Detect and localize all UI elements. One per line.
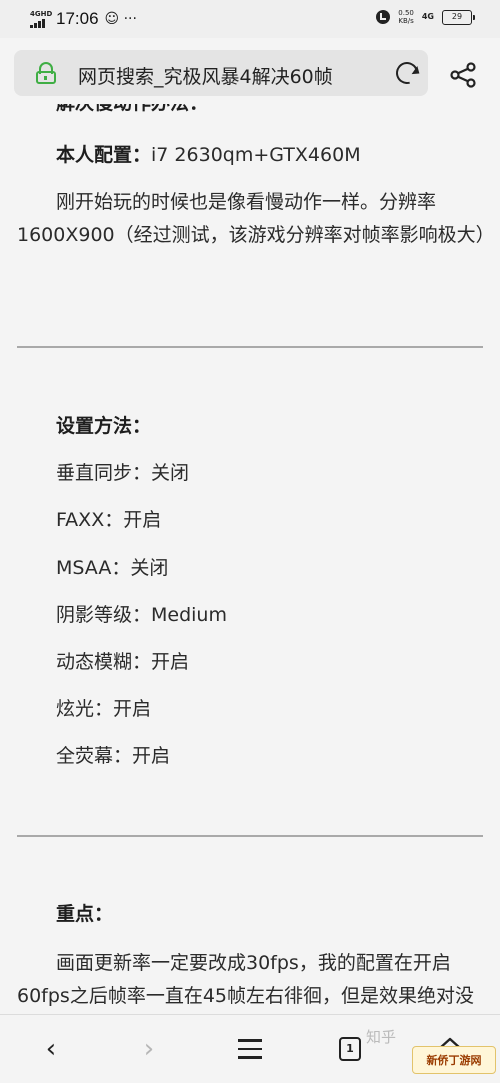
lock-icon: [36, 62, 56, 84]
network-indicator-left: 4GHD: [30, 9, 53, 28]
cut-heading: 解决慢动作办法：: [17, 104, 487, 120]
tabs-icon: 1: [339, 1037, 361, 1061]
divider: [17, 346, 483, 348]
back-button[interactable]: ‹: [36, 1033, 66, 1065]
menu-icon: [238, 1039, 262, 1042]
settings-item-shadow: 阴影等级：Medium: [56, 604, 227, 626]
network-type-right: 4G: [421, 12, 434, 21]
settings-item-motion-blur: 动态模糊：开启: [56, 651, 190, 673]
status-bar: 4GHD 17:06 ☺ ··· 0.50 KB/s 4G 29: [0, 0, 500, 38]
settings-title: 设置方法：: [56, 415, 152, 437]
network-type-label: 4GHD: [30, 9, 53, 18]
divider: [17, 835, 483, 837]
network-speed-unit: KB/s: [398, 17, 414, 25]
settings-item-fullscreen: 全荧幕：开启: [56, 745, 171, 767]
forward-button[interactable]: ›: [134, 1033, 164, 1065]
alarm-icon: [376, 10, 391, 24]
settings-item-msaa: MSAA：关闭: [56, 557, 169, 579]
chevron-right-icon: ›: [143, 1034, 155, 1064]
address-bar[interactable]: 网页搜索_究极风暴4解决60帧: [14, 50, 428, 96]
network-speed: 0.50 KB/s: [398, 9, 414, 25]
intro-paragraph: 刚开始玩的时候也是像看慢动作一样。分辨率1600X900（经过测试，该游戏分辨率…: [17, 191, 495, 246]
watermark: 知乎: [366, 1028, 397, 1046]
config-value: i7 2630qm+GTX460M: [151, 144, 361, 166]
share-icon[interactable]: [448, 62, 478, 88]
key-title: 重点：: [56, 903, 114, 925]
notification-icons: ☺ ···: [104, 11, 137, 27]
config-line: 本人配置：i7 2630qm+GTX460M: [17, 139, 487, 172]
settings-item-vsync: 垂直同步：关闭: [56, 462, 190, 484]
reload-icon[interactable]: [391, 57, 423, 89]
address-title[interactable]: 网页搜索_究极风暴4解决60帧: [78, 62, 378, 89]
site-badge: 新侨丁游网: [412, 1046, 496, 1074]
status-right: 0.50 KB/s 4G 29: [376, 9, 475, 25]
article-content: 解决慢动作办法： 本人配置：i7 2630qm+GTX460M 刚开始玩的时候也…: [0, 104, 500, 1014]
settings-item-faxx: FAXX：开启: [56, 509, 162, 531]
network-speed-value: 0.50: [398, 9, 414, 17]
config-label: 本人配置：: [56, 144, 152, 166]
key-paragraph: 画面更新率一定要改成30fps，我的配置在开启60fps之后帧率一直在45帧左右…: [17, 952, 475, 1007]
status-left: 4GHD 17:06 ☺ ···: [30, 9, 137, 29]
tabs-button[interactable]: 1: [336, 1033, 364, 1065]
signal-icon: [30, 18, 50, 28]
settings-item-glare: 炫光：开启: [56, 698, 152, 720]
menu-button[interactable]: [236, 1033, 264, 1065]
status-time: 17:06: [56, 9, 99, 28]
browser-toolbar: 网页搜索_究极风暴4解决60帧: [0, 38, 500, 104]
chevron-left-icon: ‹: [45, 1034, 57, 1064]
battery-icon: 29: [442, 9, 475, 25]
